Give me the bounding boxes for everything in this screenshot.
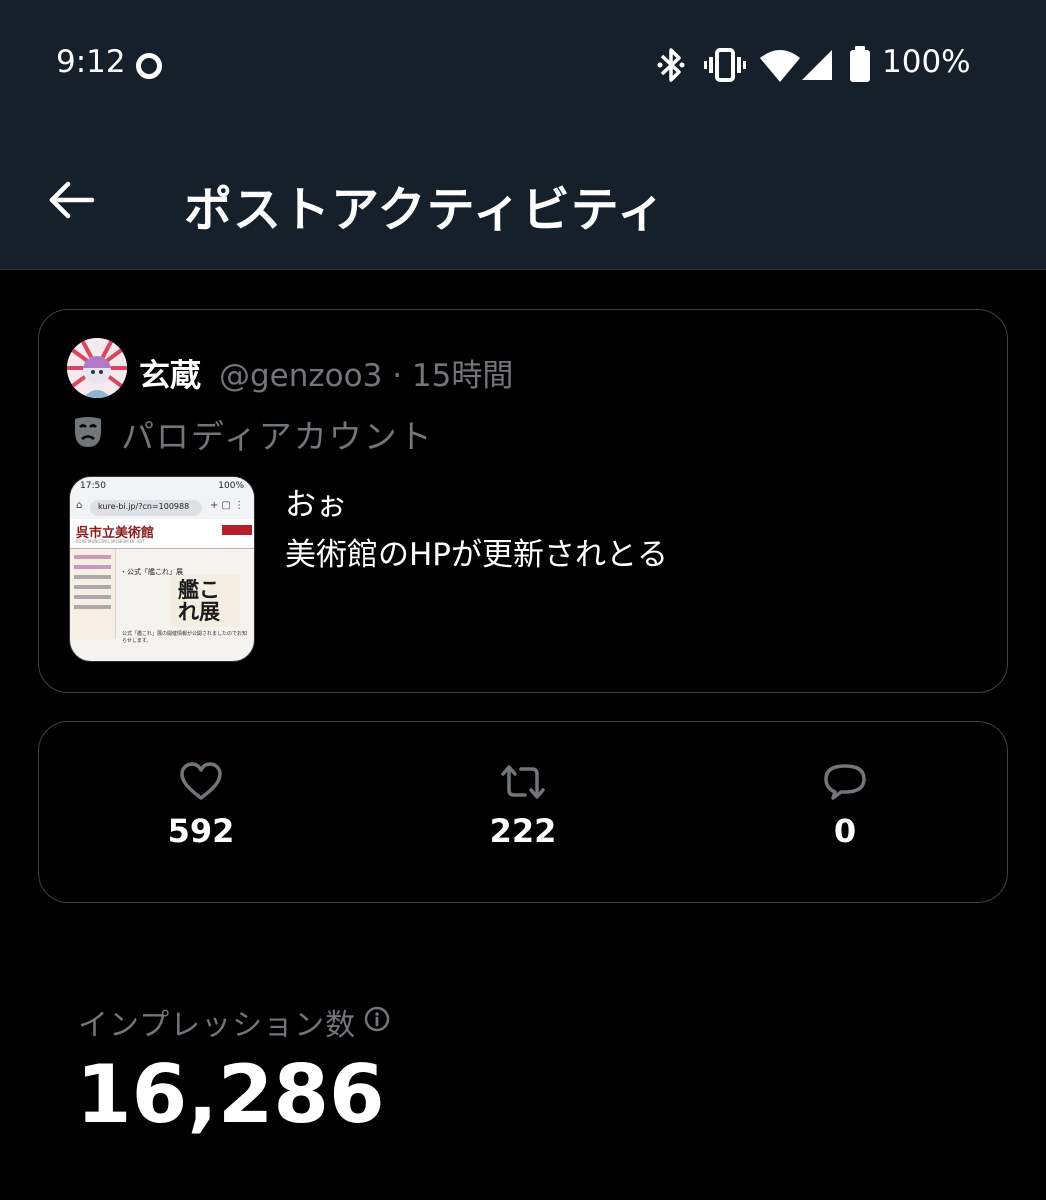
app-bar: ポストアクティビティ xyxy=(0,130,1046,270)
thumb-url-bar: ⌂ kure-bi.jp/?cn=100988 + ▢ ⋮ xyxy=(70,497,254,519)
page-title: ポストアクティビティ xyxy=(184,182,666,238)
thumb-site-subtitle: KURE MUNICIPAL MUSEUM OF ART xyxy=(76,539,145,544)
post-image-thumbnail[interactable]: 17:50 100% ⌂ kure-bi.jp/?cn=100988 + ▢ ⋮… xyxy=(69,476,255,662)
impressions-label: インプレッション数 xyxy=(78,1008,357,1043)
bluetooth-icon xyxy=(657,48,685,82)
author-name[interactable]: 玄蔵 xyxy=(139,350,201,395)
status-time: 9:12 xyxy=(56,44,126,80)
likes-stat[interactable]: 592 xyxy=(101,762,301,850)
post-time: 15時間 xyxy=(411,358,514,394)
post-text-line: おぉ xyxy=(285,487,347,523)
likes-count: 592 xyxy=(167,812,235,850)
info-icon[interactable] xyxy=(364,1006,390,1032)
battery-percent: 100% xyxy=(882,44,971,80)
parody-account-label: パロディアカウント xyxy=(121,417,434,456)
signal-icon xyxy=(802,50,832,80)
post-card[interactable]: 玄蔵 @genzoo3 · 15時間 パロディアカウント 17:50 100% … xyxy=(38,309,1008,693)
author-handle[interactable]: @genzoo3 xyxy=(219,358,382,394)
thumb-site-header: 呉市立美術館 KURE MUNICIPAL MUSEUM OF ART xyxy=(70,519,254,549)
vibrate-icon xyxy=(704,48,746,82)
repost-icon xyxy=(501,765,545,799)
engagement-stats-card: 592 222 0 xyxy=(38,721,1008,903)
heart-icon xyxy=(180,762,222,800)
record-icon xyxy=(136,53,162,79)
reply-icon xyxy=(824,764,866,800)
post-text-line: 美術館のHPが更新されとる xyxy=(285,537,669,573)
reposts-stat[interactable]: 222 xyxy=(423,762,623,850)
back-arrow-icon[interactable] xyxy=(46,174,98,226)
reposts-count: 222 xyxy=(489,812,557,850)
thumb-status-battery: 100% xyxy=(218,481,244,491)
post-text: おぉ 美術館のHPが更新されとる xyxy=(285,480,668,580)
thumb-poster-text: 艦これ展 xyxy=(178,579,220,624)
thumb-body-text: 公式「艦これ」展の開催情報が公開されましたのでお知らせします。 xyxy=(122,631,248,644)
battery-icon xyxy=(850,46,870,82)
status-bar: 9:12 100% xyxy=(0,0,1046,130)
thumb-status-time: 17:50 xyxy=(80,481,106,491)
impressions-value: 16,286 xyxy=(76,1048,385,1141)
replies-stat[interactable]: 0 xyxy=(745,762,945,850)
meta-separator: · xyxy=(392,358,403,394)
wifi-icon xyxy=(760,50,800,82)
thumb-url: kure-bi.jp/?cn=100988 xyxy=(98,502,190,511)
thumb-home-icon: ⌂ xyxy=(76,500,83,511)
theater-mask-icon xyxy=(75,417,101,447)
thumb-statusbar: 17:50 100% xyxy=(70,477,254,497)
avatar[interactable] xyxy=(67,338,127,398)
replies-count: 0 xyxy=(833,812,857,850)
author-meta: @genzoo3 · 15時間 xyxy=(219,350,513,395)
avatar-image xyxy=(67,338,127,398)
